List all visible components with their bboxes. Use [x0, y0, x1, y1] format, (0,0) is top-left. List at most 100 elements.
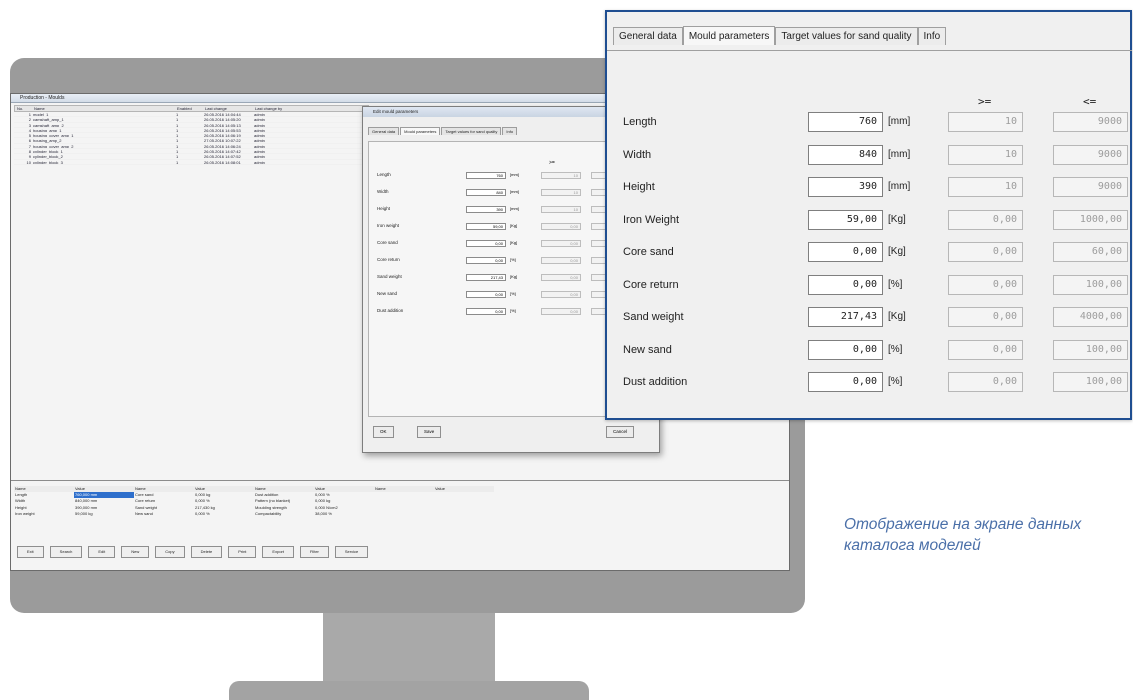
param-value-field[interactable]: 840: [808, 144, 883, 165]
table-cell: 26.05.2016 14:05:53: [204, 127, 241, 133]
table-header: No. Name Enabled Last change Last change…: [14, 105, 369, 112]
param-unit: [Kg]: [888, 213, 906, 225]
tab-general-data[interactable]: General data: [613, 27, 683, 45]
info-row: Iron weight 59,000 kg New sand 0,000 % Compa…: [14, 511, 494, 517]
table-cell: 1: [176, 154, 179, 159]
param-min-field[interactable]: 0,00: [948, 242, 1023, 262]
dialog-param-value[interactable]: 0,00: [466, 257, 506, 264]
table-cell: model_1: [33, 112, 49, 117]
table-cell: admin: [254, 149, 265, 154]
col-header-last-change-by[interactable]: Last change by: [253, 106, 313, 111]
table-cell: 26.05.2016 14:05:20: [204, 117, 241, 122]
dialog-param-value[interactable]: 59,00: [466, 223, 506, 230]
param-max-field[interactable]: 100,00: [1053, 274, 1128, 295]
param-value-field[interactable]: 0,00: [808, 274, 883, 295]
table-cell: 1: [176, 138, 179, 143]
dialog-param-min[interactable]: 0,00: [541, 274, 581, 281]
param-unit: [%]: [888, 343, 903, 355]
param-value-field[interactable]: 0,00: [808, 372, 883, 392]
param-min-field[interactable]: 0,00: [948, 339, 1023, 360]
dialog-tab-info[interactable]: Info: [502, 127, 518, 135]
table-cell: 26.05.2016 14:07:52: [204, 154, 241, 159]
param-max-field[interactable]: 1000,00: [1053, 209, 1128, 230]
col-header-last-change[interactable]: Last change: [203, 106, 253, 111]
col-header-enabled[interactable]: Enabled: [175, 106, 203, 111]
param-max-field[interactable]: 100,00: [1053, 372, 1128, 392]
dialog-param-unit: [Kg]: [510, 240, 518, 245]
dialog-tab-mould[interactable]: Mould parameters: [400, 127, 441, 135]
table-cell: cylinder_block_1: [33, 149, 63, 154]
param-max-field[interactable]: 9000: [1053, 144, 1128, 165]
param-unit: [mm]: [888, 181, 911, 192]
param-max-field[interactable]: 9000: [1053, 112, 1128, 132]
toolbar-button-print[interactable]: Print: [228, 546, 257, 558]
dialog-param-value[interactable]: 0,00: [466, 240, 506, 247]
param-value-field[interactable]: 217,43: [808, 307, 883, 327]
toolbar-button-delete[interactable]: Delete: [190, 546, 223, 558]
param-min-field[interactable]: 0,00: [948, 307, 1023, 327]
dialog-param-value[interactable]: 217,43: [466, 274, 506, 281]
toolbar-button-service[interactable]: Service: [334, 546, 369, 558]
param-min-field[interactable]: 10: [948, 144, 1023, 165]
tab-target-values[interactable]: Target values for sand quality: [775, 27, 918, 45]
table-cell: 1: [28, 112, 31, 117]
param-min-field[interactable]: 0,00: [948, 274, 1023, 295]
param-unit: [mm]: [888, 116, 911, 127]
dialog-param-min[interactable]: 0,00: [541, 308, 581, 315]
param-value-field[interactable]: 760: [808, 112, 883, 132]
dialog-param-value[interactable]: 0,00: [466, 308, 506, 315]
dialog-param-min[interactable]: 10: [541, 206, 581, 213]
param-max-field[interactable]: 60,00: [1053, 242, 1128, 262]
toolbar-button-exit[interactable]: Exit: [17, 546, 44, 558]
toolbar-button-copy[interactable]: Copy: [155, 546, 185, 558]
toolbar-button-new[interactable]: New: [121, 546, 150, 558]
param-value-field[interactable]: 390: [808, 177, 883, 197]
param-value-field[interactable]: 0,00: [808, 242, 883, 262]
toolbar-button-export[interactable]: Export: [262, 546, 294, 558]
table-cell: camshaft_amp_1: [33, 117, 64, 122]
toolbar-button-filter[interactable]: Filter: [299, 546, 329, 558]
param-max-field[interactable]: 4000,00: [1053, 307, 1128, 327]
dialog-param-value[interactable]: 390: [466, 206, 506, 213]
toolbar-button-search[interactable]: Search: [49, 546, 83, 558]
tab-info[interactable]: Info: [917, 27, 947, 45]
dialog-save-button[interactable]: Save: [417, 426, 442, 438]
dialog-param-min[interactable]: 0,00: [541, 257, 581, 264]
toolbar-button-edit[interactable]: Edit: [88, 546, 116, 558]
dialog-param-min[interactable]: 10: [541, 172, 581, 179]
col-header-name[interactable]: Name: [32, 106, 175, 111]
info-cell: [374, 511, 434, 517]
param-unit: [%]: [888, 278, 903, 290]
table-cell: admin: [254, 122, 265, 127]
param-min-field[interactable]: 10: [948, 112, 1023, 132]
dialog-ok-button[interactable]: OK: [373, 426, 394, 438]
dialog-param-value[interactable]: 0,00: [466, 291, 506, 298]
param-label-core-sand: Core sand: [623, 246, 674, 258]
toolbar: Exit Search Edit New Copy Delete Print Export Fi…: [17, 546, 369, 558]
dialog-cancel-button[interactable]: Cancel: [606, 426, 635, 438]
table-cell: cylinder_block_2: [33, 154, 63, 159]
table-cell: admin: [254, 112, 265, 117]
dialog-param-min[interactable]: 0,00: [541, 240, 581, 247]
param-value-field[interactable]: 0,00: [808, 339, 883, 360]
param-value-field[interactable]: 59,00: [808, 209, 883, 230]
param-min-field[interactable]: 10: [948, 177, 1023, 197]
dialog-tab-general[interactable]: General data: [368, 127, 400, 135]
param-min-field[interactable]: 0,00: [948, 209, 1023, 230]
table-cell: 26.05.2016 14:05:13: [204, 122, 241, 127]
dialog-param-value[interactable]: 840: [466, 189, 506, 196]
dialog-param-value[interactable]: 760: [466, 172, 506, 179]
param-max-field[interactable]: 100,00: [1053, 339, 1128, 360]
table-cell: admin: [254, 154, 265, 159]
table-row[interactable]: 10 cylinder_block_3 1 26.05.2016 14:08:01 ad…: [14, 160, 369, 165]
col-header-no[interactable]: No.: [15, 106, 32, 111]
dialog-tab-target[interactable]: Target values for sand quality: [441, 127, 502, 135]
dialog-param-min[interactable]: 10: [541, 189, 581, 196]
table-cell: 8: [28, 149, 31, 154]
dialog-param-min[interactable]: 0,00: [541, 291, 581, 298]
tab-mould-parameters[interactable]: Mould parameters: [682, 26, 776, 45]
param-min-field[interactable]: 0,00: [948, 372, 1023, 392]
dialog-param-min[interactable]: 0,00: [541, 223, 581, 230]
param-max-field[interactable]: 9000: [1053, 177, 1128, 197]
table-cell: housing_cover_amp_1: [33, 133, 74, 138]
